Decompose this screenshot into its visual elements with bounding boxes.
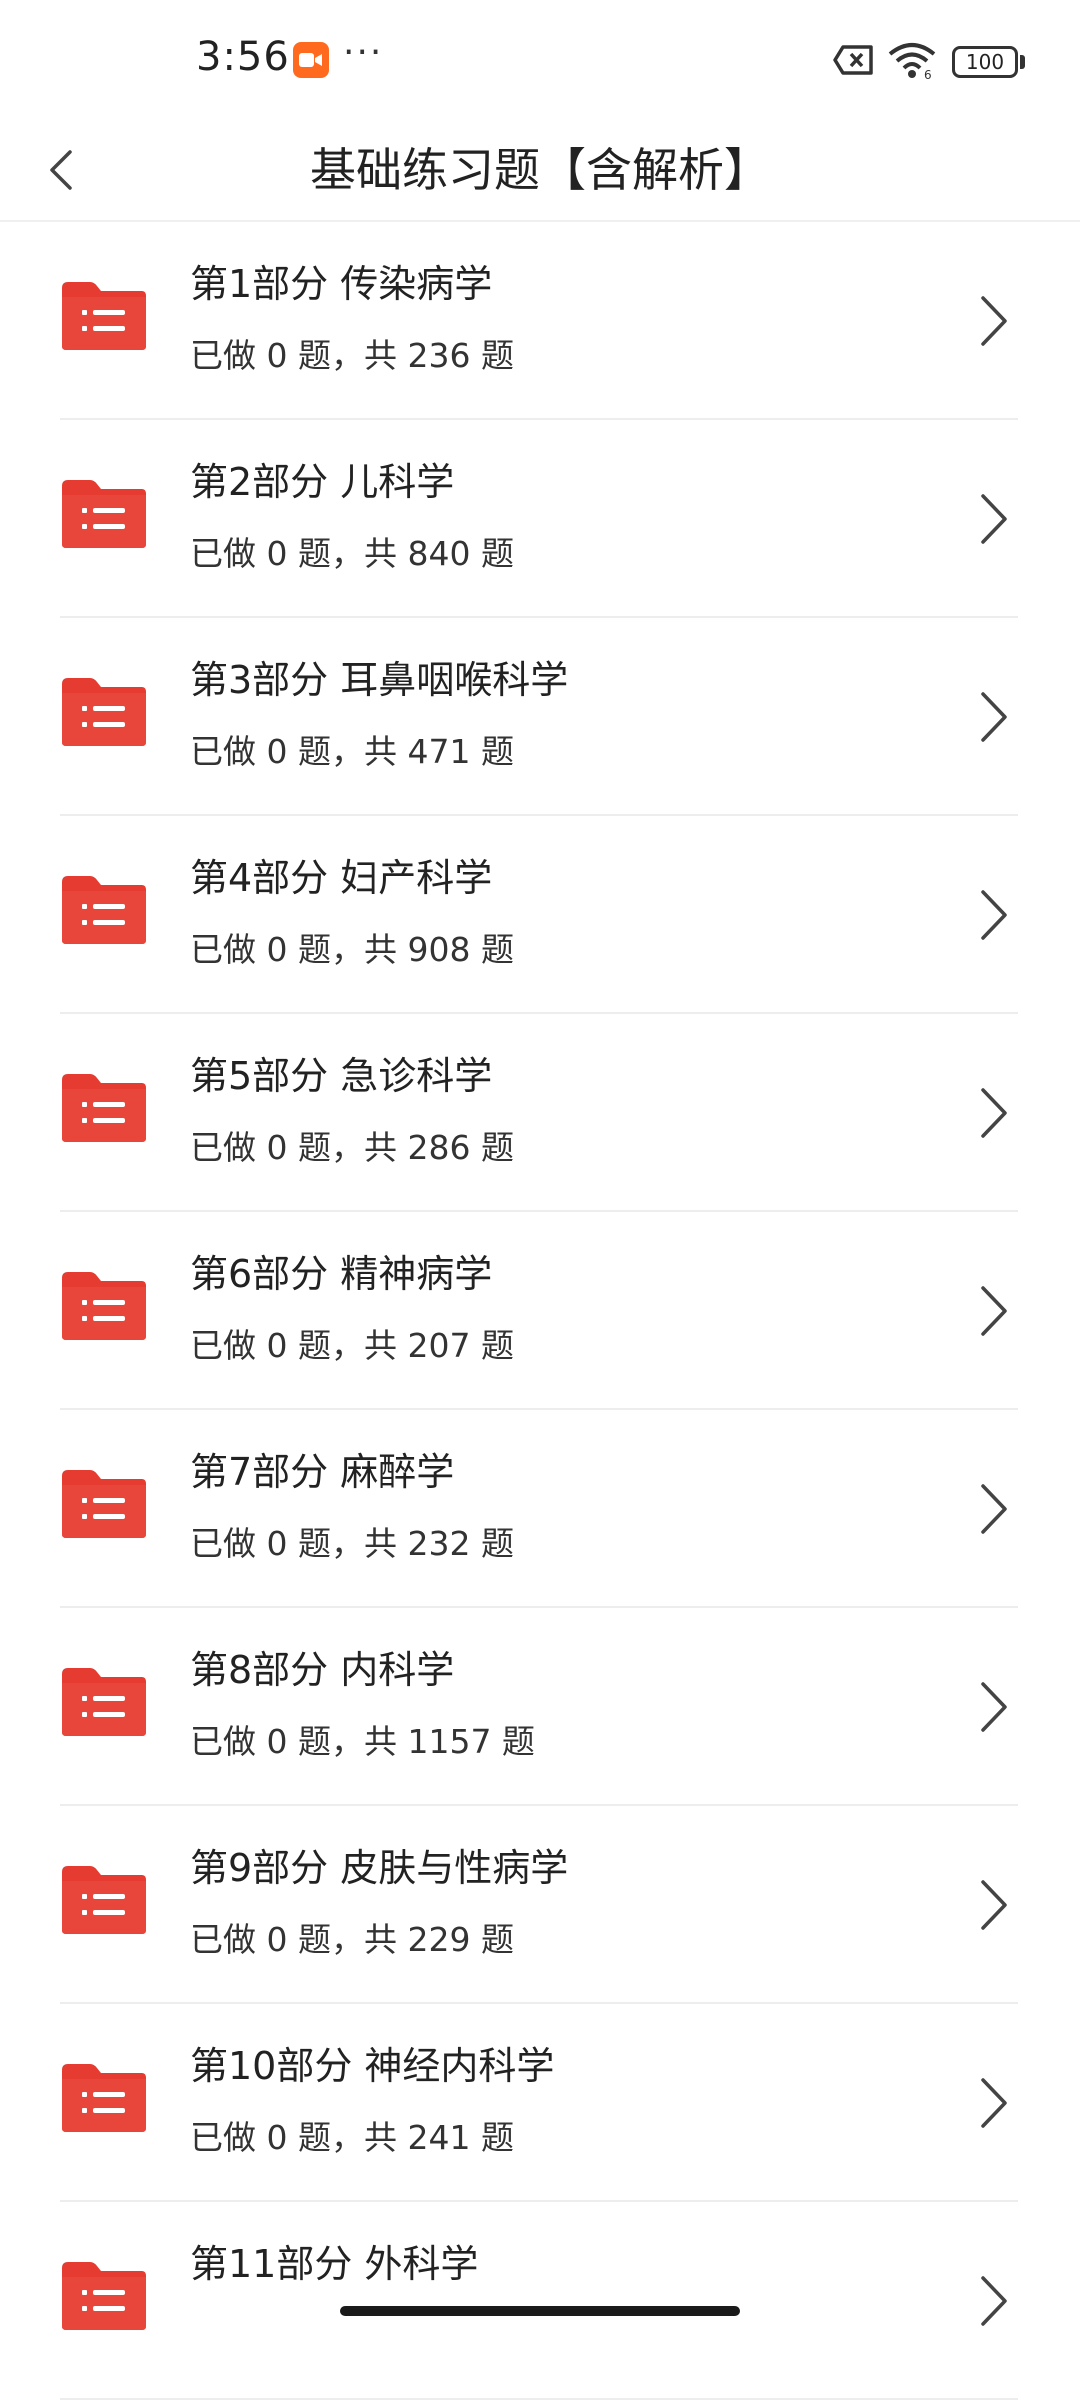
item-title: 第3部分 耳鼻咽喉科学 bbox=[190, 658, 569, 702]
screen-record-icon bbox=[293, 42, 329, 78]
item-progress: 已做 0 题，共 1157 题 bbox=[190, 1722, 535, 1761]
chevron-right-icon bbox=[975, 884, 1015, 950]
list-item[interactable]: 第5部分 急诊科学 已做 0 题，共 286 题 bbox=[0, 1014, 1080, 1212]
item-progress: 已做 0 题，共 471 题 bbox=[190, 732, 514, 771]
item-progress: 已做 0 题，共 908 题 bbox=[190, 930, 514, 969]
folder-list-icon bbox=[60, 1072, 148, 1148]
chevron-right-icon bbox=[975, 2270, 1015, 2336]
folder-list-icon bbox=[60, 874, 148, 950]
item-progress: 已做 0 题，共 241 题 bbox=[190, 2118, 514, 2157]
folder-list-icon bbox=[60, 2260, 148, 2336]
list-item[interactable]: 第10部分 神经内科学 已做 0 题，共 241 题 bbox=[0, 2004, 1080, 2202]
list-item[interactable]: 第3部分 耳鼻咽喉科学 已做 0 题，共 471 题 bbox=[0, 618, 1080, 816]
list-item[interactable]: 第1部分 传染病学 已做 0 题，共 236 题 bbox=[0, 222, 1080, 420]
status-bar: 3:56 ··· 6 100 bbox=[0, 0, 1080, 120]
item-title: 第9部分 皮肤与性病学 bbox=[190, 1846, 569, 1890]
chevron-right-icon bbox=[975, 1280, 1015, 1346]
item-title: 第1部分 传染病学 bbox=[190, 262, 493, 306]
folder-list-icon bbox=[60, 1468, 148, 1544]
folder-list-icon bbox=[60, 1666, 148, 1742]
list-item[interactable]: 第11部分 外科学 bbox=[0, 2202, 1080, 2400]
home-indicator[interactable] bbox=[340, 2306, 740, 2316]
chevron-right-icon bbox=[975, 488, 1015, 554]
item-progress: 已做 0 题，共 207 题 bbox=[190, 1326, 514, 1365]
list-item[interactable]: 第4部分 妇产科学 已做 0 题，共 908 题 bbox=[0, 816, 1080, 1014]
chevron-right-icon bbox=[975, 290, 1015, 356]
item-title: 第11部分 外科学 bbox=[190, 2242, 479, 2286]
section-list: 第1部分 传染病学 已做 0 题，共 236 题 第2部分 儿科学 已做 0 题… bbox=[0, 222, 1080, 2400]
folder-list-icon bbox=[60, 676, 148, 752]
chevron-right-icon bbox=[975, 686, 1015, 752]
folder-list-icon bbox=[60, 280, 148, 356]
item-progress: 已做 0 题，共 229 题 bbox=[190, 1920, 514, 1959]
item-title: 第10部分 神经内科学 bbox=[190, 2044, 555, 2088]
chevron-right-icon bbox=[975, 1082, 1015, 1148]
folder-list-icon bbox=[60, 478, 148, 554]
chevron-right-icon bbox=[975, 1676, 1015, 1742]
item-title: 第2部分 儿科学 bbox=[190, 460, 455, 504]
more-notifications-icon: ··· bbox=[343, 32, 384, 73]
item-progress: 已做 0 题，共 840 题 bbox=[190, 534, 514, 573]
folder-list-icon bbox=[60, 1270, 148, 1346]
svg-text:6: 6 bbox=[924, 68, 932, 80]
item-progress: 已做 0 题，共 236 题 bbox=[190, 336, 514, 375]
no-sim-icon bbox=[833, 44, 875, 80]
list-item[interactable]: 第9部分 皮肤与性病学 已做 0 题，共 229 题 bbox=[0, 1806, 1080, 2004]
chevron-right-icon bbox=[975, 2072, 1015, 2138]
chevron-right-icon bbox=[975, 1874, 1015, 1940]
item-title: 第6部分 精神病学 bbox=[190, 1252, 493, 1296]
list-item[interactable]: 第2部分 儿科学 已做 0 题，共 840 题 bbox=[0, 420, 1080, 618]
status-time: 3:56 bbox=[196, 34, 290, 80]
item-progress: 已做 0 题，共 286 题 bbox=[190, 1128, 514, 1167]
battery-indicator: 100 bbox=[952, 46, 1018, 78]
page-title: 基础练习题【含解析】 bbox=[310, 143, 770, 197]
item-progress: 已做 0 题，共 232 题 bbox=[190, 1524, 514, 1563]
folder-list-icon bbox=[60, 1864, 148, 1940]
chevron-right-icon bbox=[975, 1478, 1015, 1544]
item-title: 第8部分 内科学 bbox=[190, 1648, 455, 1692]
wifi-icon: 6 bbox=[886, 40, 938, 84]
item-title: 第4部分 妇产科学 bbox=[190, 856, 493, 900]
list-item[interactable]: 第6部分 精神病学 已做 0 题，共 207 题 bbox=[0, 1212, 1080, 1410]
list-item[interactable]: 第7部分 麻醉学 已做 0 题，共 232 题 bbox=[0, 1410, 1080, 1608]
folder-list-icon bbox=[60, 2062, 148, 2138]
battery-tip bbox=[1020, 55, 1025, 69]
item-title: 第5部分 急诊科学 bbox=[190, 1054, 493, 1098]
top-app-bar: 基础练习题【含解析】 bbox=[0, 120, 1080, 220]
list-item[interactable]: 第8部分 内科学 已做 0 题，共 1157 题 bbox=[0, 1608, 1080, 1806]
item-title: 第7部分 麻醉学 bbox=[190, 1450, 455, 1494]
